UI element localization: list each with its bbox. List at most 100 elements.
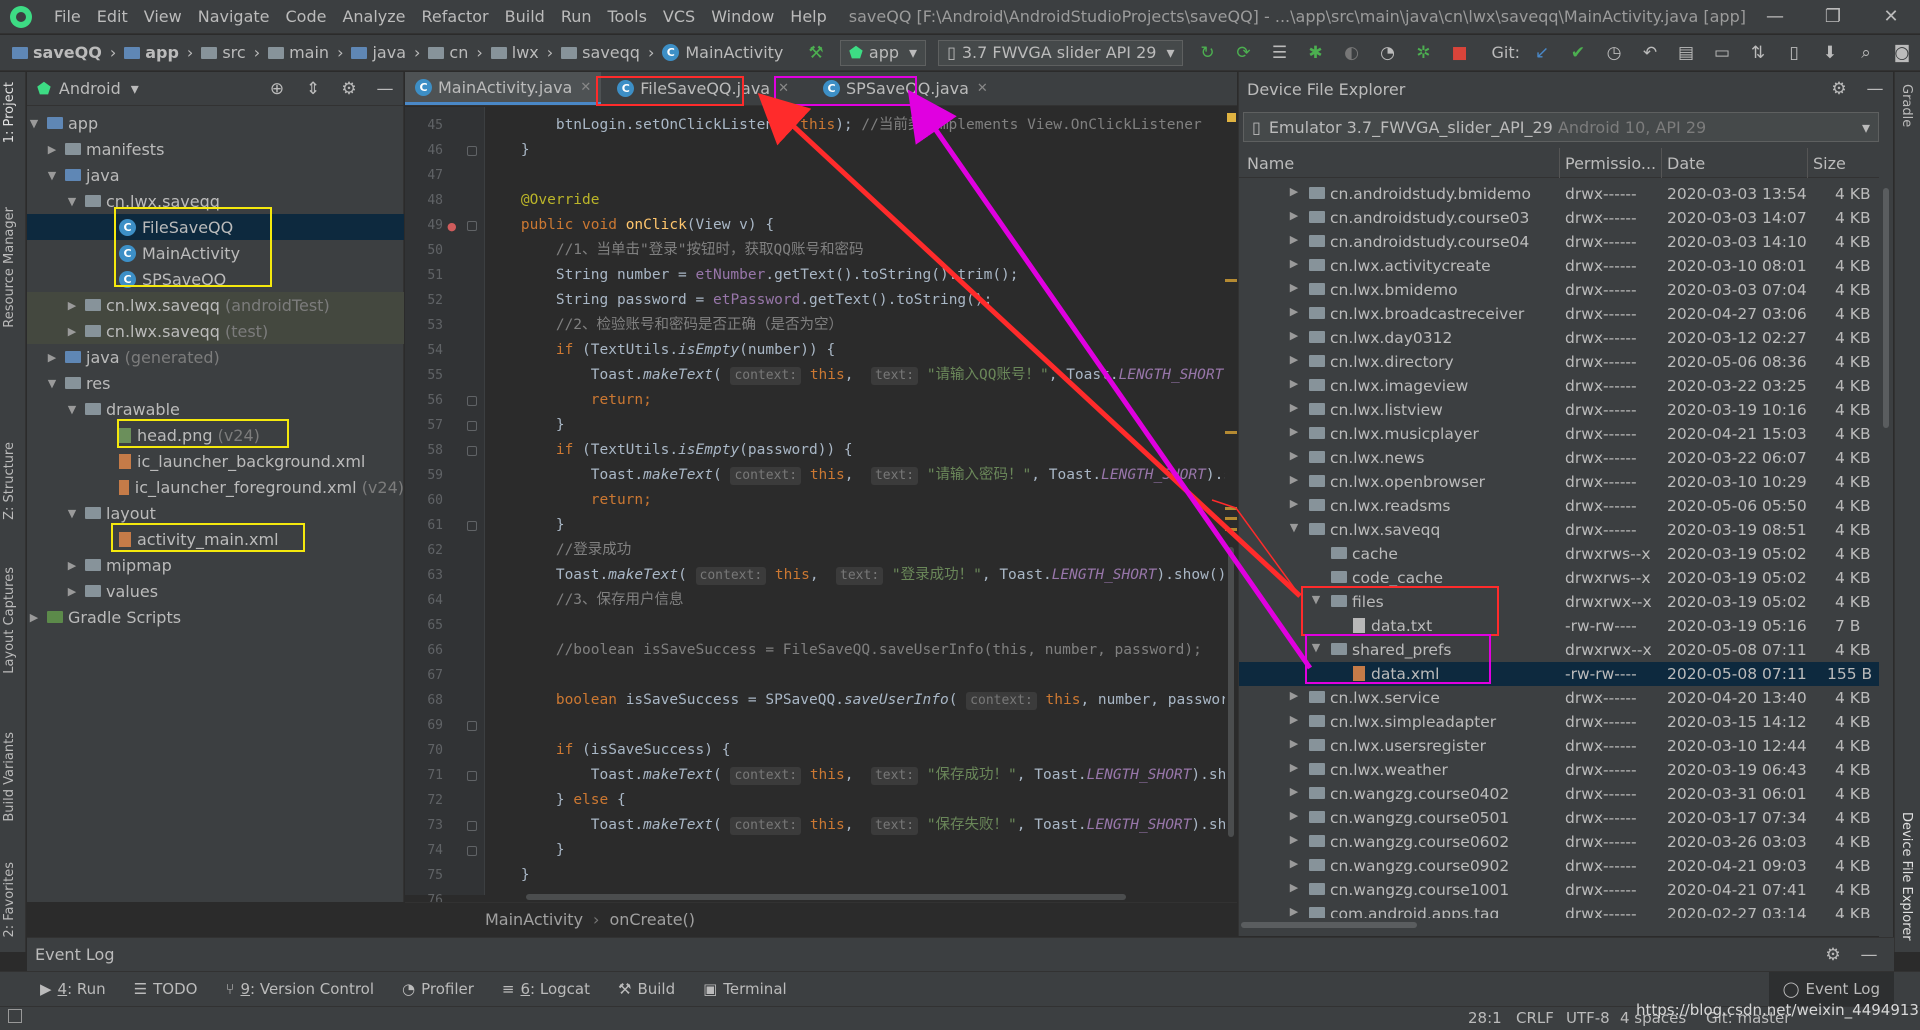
fold-marker-icon[interactable]	[467, 721, 477, 731]
fold-marker-icon[interactable]	[467, 421, 477, 431]
git-update-icon[interactable]: ↙	[1531, 42, 1553, 64]
fold-marker-icon[interactable]	[467, 221, 477, 231]
menu-navigate[interactable]: Navigate	[190, 7, 278, 26]
breadcrumb-main[interactable]: main	[264, 43, 333, 62]
tool-tab-version-control[interactable]: ⑂ 9: Version Control	[211, 980, 388, 998]
hammer-icon[interactable]: ⚒	[805, 42, 827, 64]
collapse-all-icon[interactable]: ⇕	[302, 78, 324, 100]
tool-tab-gradle[interactable]: Gradle	[1899, 84, 1914, 127]
device-select[interactable]: ▯ 3.7 FWVGA slider API 29 ▾	[938, 39, 1184, 66]
file-row[interactable]: ▶ cn.wangzg.course0402 drwx------ 2020-03-3…	[1239, 782, 1879, 806]
attach-debugger-icon[interactable]: ✲	[1412, 42, 1434, 64]
profile-icon[interactable]: ◔	[1376, 42, 1398, 64]
scroll-thumb[interactable]	[1241, 922, 1417, 928]
scroll-thumb[interactable]	[1228, 547, 1234, 837]
tool-tab-project[interactable]: 1: Project	[2, 82, 17, 143]
tool-tab-structure[interactable]: Z: Structure	[2, 442, 17, 520]
menu-analyze[interactable]: Analyze	[334, 7, 413, 26]
file-row[interactable]: ▶ cn.lwx.simpleadapter drwx------ 2020-03-1…	[1239, 710, 1879, 734]
tool-tab-layout-captures[interactable]: Layout Captures	[2, 567, 17, 674]
fold-marker-icon[interactable]	[467, 146, 477, 156]
menu-vcs[interactable]: VCS	[655, 7, 703, 26]
file-row[interactable]: ▶ cn.lwx.weather drwx------ 2020-03-19 06:4…	[1239, 758, 1879, 782]
apply-changes-icon[interactable]: ↻	[1196, 42, 1218, 64]
breadcrumb-mainactivity[interactable]: C MainActivity	[658, 43, 787, 62]
error-stripe-marker[interactable]	[1225, 431, 1237, 434]
project-view-select[interactable]: Android	[59, 79, 121, 98]
warning-marker-icon[interactable]	[1227, 113, 1236, 122]
file-row[interactable]: ▶ cn.lwx.listview drwx------ 2020-03-19 10:…	[1239, 398, 1879, 422]
gear-icon[interactable]: ⚙	[338, 78, 360, 100]
file-row[interactable]: ▶ cn.wangzg.course0902 drwx------ 2020-04-2…	[1239, 854, 1879, 878]
breadcrumb-project[interactable]: saveQQ	[8, 43, 106, 62]
tree-item-package-androidtest[interactable]: ▶ cn.lwx.saveqq (androidTest)	[27, 292, 404, 318]
breadcrumb-java[interactable]: java	[347, 43, 410, 62]
tree-item-package-test[interactable]: ▶ cn.lwx.saveqq (test)	[27, 318, 404, 344]
tree-item-mipmap[interactable]: ▶ mipmap	[27, 552, 404, 578]
fold-marker-icon[interactable]	[467, 821, 477, 831]
file-row[interactable]: ▶ cn.lwx.service drwx------ 2020-04-20 13:4…	[1239, 686, 1879, 710]
editor-horizontal-scrollbar[interactable]	[486, 893, 1232, 901]
chevron-down-icon[interactable]: ▾	[131, 79, 139, 98]
tab-mainactivity[interactable]: C MainActivity.java ✕	[405, 72, 602, 105]
line-separator[interactable]: CRLF	[1516, 1009, 1554, 1027]
tree-item-java-generated[interactable]: ▶ java (generated)	[27, 344, 404, 370]
file-table-scrollbar[interactable]	[1879, 178, 1893, 984]
scroll-thumb[interactable]	[526, 894, 1126, 900]
tree-item-java[interactable]: ▼ java	[27, 162, 404, 188]
tree-item-ic-launcher-foreground[interactable]: ic_launcher_foreground.xml (v24)	[27, 474, 404, 500]
fold-marker-icon[interactable]	[467, 521, 477, 531]
locate-icon[interactable]: ⊕	[266, 78, 288, 100]
avd-manager-icon[interactable]: ▭	[1711, 42, 1733, 64]
file-row[interactable]: ▶ cn.lwx.day0312 drwx------ 2020-03-12 02:2…	[1239, 326, 1879, 350]
file-row[interactable]: ▶ cn.androidstudy.bmidemo drwx------ 2020-0…	[1239, 182, 1879, 206]
editor-vertical-scrollbar[interactable]	[1225, 107, 1237, 895]
minimize-button[interactable]: —	[1746, 6, 1804, 27]
fold-marker-icon[interactable]	[467, 771, 477, 781]
fold-marker-icon[interactable]	[467, 846, 477, 856]
file-row[interactable]: ▶ cn.androidstudy.course04 drwx------ 2020-…	[1239, 230, 1879, 254]
tree-item-ic-launcher-background[interactable]: ic_launcher_background.xml	[27, 448, 404, 474]
gear-icon[interactable]: ⚙	[1828, 78, 1850, 100]
debug-icon[interactable]: ✱	[1304, 42, 1326, 64]
column-name[interactable]: Name	[1247, 154, 1294, 173]
breadcrumb-saveqq[interactable]: saveqq	[557, 43, 644, 62]
menu-build[interactable]: Build	[497, 7, 553, 26]
hide-icon[interactable]: —	[1864, 78, 1886, 100]
fold-marker-icon[interactable]	[467, 396, 477, 406]
override-marker-icon[interactable]: ●	[447, 220, 459, 233]
tool-tab-logcat[interactable]: ≡ 6: Logcat	[488, 980, 604, 998]
sync-gradle-icon[interactable]: ⇅	[1747, 42, 1769, 64]
tool-tab-profiler[interactable]: ◔ Profiler	[388, 980, 488, 998]
file-row[interactable]: ▶ cn.lwx.bmidemo drwx------ 2020-03-03 07:0…	[1239, 278, 1879, 302]
rollback-icon[interactable]: ↶	[1639, 42, 1661, 64]
breadcrumb-lwx[interactable]: lwx	[487, 43, 543, 62]
tree-item-res[interactable]: ▼ res	[27, 370, 404, 396]
breadcrumb-method[interactable]: onCreate()	[609, 910, 695, 929]
close-tab-icon[interactable]: ✕	[977, 81, 988, 96]
breadcrumb-src[interactable]: src	[197, 43, 249, 62]
close-window-button[interactable]: ✕	[1862, 6, 1920, 27]
file-row[interactable]: ▶ cn.lwx.usersregister drwx------ 2020-03-1…	[1239, 734, 1879, 758]
file-row[interactable]: ▶ cn.wangzg.course1001 drwx------ 2020-04-2…	[1239, 878, 1879, 902]
breadcrumb-cn[interactable]: cn	[424, 43, 472, 62]
event-log-title[interactable]: Event Log	[35, 945, 115, 964]
project-structure-icon[interactable]: ▤	[1675, 42, 1697, 64]
file-row[interactable]: cache drwxrws--x 2020-03-19 05:02 4 KB	[1239, 542, 1879, 566]
file-row[interactable]: ▶ cn.lwx.readsms drwx------ 2020-05-06 05:5…	[1239, 494, 1879, 518]
file-row[interactable]: ▶ cn.lwx.openbrowser drwx------ 2020-03-10 …	[1239, 470, 1879, 494]
run-config-select[interactable]: ⬟ app ▾	[840, 39, 927, 66]
code-editor[interactable]: btnLogin.setOnClickListener(this); //当前类…	[486, 107, 1232, 895]
tool-tab-build[interactable]: ⚒ Build	[604, 980, 689, 998]
tool-tab-device-file-explorer[interactable]: Device File Explorer	[1899, 812, 1914, 941]
menu-window[interactable]: Window	[703, 7, 782, 26]
apply-code-changes-icon[interactable]: ⟳	[1232, 42, 1254, 64]
file-row[interactable]: ▶ cn.lwx.activitycreate drwx------ 2020-03-…	[1239, 254, 1879, 278]
file-row[interactable]: ▶ cn.androidstudy.course03 drwx------ 2020-…	[1239, 206, 1879, 230]
hide-icon[interactable]: —	[374, 78, 396, 100]
menu-refactor[interactable]: Refactor	[414, 7, 497, 26]
tool-tab-favorites[interactable]: 2: Favorites	[2, 862, 17, 938]
stop-icon[interactable]: ■	[1448, 42, 1470, 64]
git-commit-icon[interactable]: ✔	[1567, 42, 1589, 64]
column-size[interactable]: Size	[1813, 154, 1846, 173]
